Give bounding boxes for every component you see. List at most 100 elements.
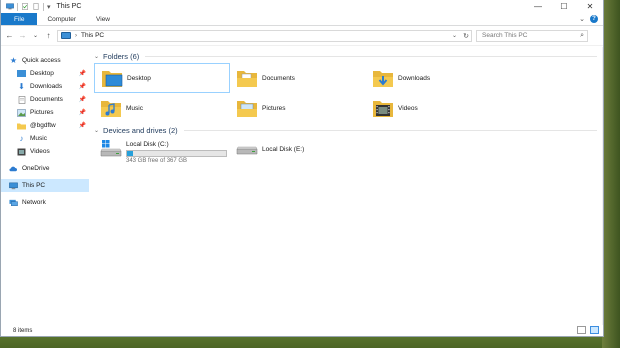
sidebar-item-label: Network: [22, 199, 46, 206]
address-bar[interactable]: › This PC ⌄ ↻: [57, 29, 472, 42]
collapse-chevron-icon[interactable]: ⌄: [94, 53, 99, 60]
sidebar-item-label: Documents: [30, 96, 63, 103]
drive-info: Local Disk (E:): [262, 139, 304, 153]
sidebar-item-videos[interactable]: Videos: [1, 145, 89, 158]
sidebar-item-quick-access[interactable]: ★ Quick access: [1, 54, 89, 67]
folder-tile-downloads[interactable]: Downloads: [366, 63, 502, 93]
music-folder-icon: [100, 98, 122, 118]
minimize-button[interactable]: —: [525, 0, 551, 13]
main-pane: ⌄ Folders (6) Desktop Documents Download…: [89, 47, 603, 325]
navigation-bar: ← → ⌄ ↑ › This PC ⌄ ↻ Search This PC ⌕: [1, 26, 603, 46]
details-view-icon[interactable]: [577, 326, 586, 334]
sidebar-item-label: Music: [30, 135, 47, 142]
drive-usage-fill: [127, 151, 134, 156]
windows-drive-icon: [100, 139, 122, 159]
pin-icon[interactable]: 📌: [79, 109, 86, 116]
sidebar-item-label: @bgdftw: [30, 122, 56, 129]
sidebar-item-this-pc[interactable]: This PC: [1, 179, 89, 192]
sidebar-item-pictures[interactable]: Pictures 📌: [1, 106, 89, 119]
computer-icon: [6, 3, 14, 10]
large-icons-view-icon[interactable]: [590, 326, 599, 334]
documents-folder-icon: [236, 68, 258, 88]
folders-grid: Desktop Documents Downloads Music Pictur…: [94, 63, 603, 123]
folder-tile-videos[interactable]: Videos: [366, 93, 502, 123]
computer-icon: [9, 182, 18, 190]
sidebar-item-label: Videos: [30, 148, 50, 155]
folder-tile-pictures[interactable]: Pictures: [230, 93, 366, 123]
quick-access-toolbar: ▾: [1, 2, 51, 11]
file-explorer-window: ▾ This PC — ☐ ✕ File Computer View ⌄ ? ←…: [0, 0, 604, 337]
help-icon[interactable]: ?: [590, 15, 598, 23]
new-folder-icon[interactable]: [32, 3, 40, 10]
up-button[interactable]: ↑: [44, 31, 53, 40]
group-title: Folders (6): [103, 51, 140, 61]
group-divider: [145, 55, 597, 57]
hard-drive-icon: [236, 139, 258, 159]
sidebar-item-network[interactable]: Network: [1, 196, 89, 209]
desktop-folder-icon: [17, 70, 26, 78]
tab-view[interactable]: View: [86, 13, 120, 25]
desktop-folder-icon: [101, 68, 123, 88]
drive-label: Local Disk (C:): [126, 141, 169, 148]
address-dropdown-icon[interactable]: ⌄: [452, 32, 457, 39]
sidebar-item-label: Desktop: [30, 70, 54, 77]
pane-border: [602, 47, 603, 325]
customize-qat-icon[interactable]: ▾: [47, 3, 51, 11]
maximize-button[interactable]: ☐: [551, 0, 577, 13]
drives-group-header[interactable]: ⌄ Devices and drives (2): [94, 125, 603, 135]
qat-separator: [43, 2, 44, 11]
folder-tile-music[interactable]: Music: [94, 93, 230, 123]
sidebar-item-music[interactable]: ♪ Music: [1, 132, 89, 145]
pin-icon[interactable]: 📌: [79, 96, 86, 103]
pictures-folder-icon: [236, 98, 258, 118]
refresh-icon[interactable]: ↻: [463, 32, 469, 40]
sidebar-item-downloads[interactable]: ⬇ Downloads 📌: [1, 80, 89, 93]
view-switcher: [577, 326, 599, 334]
sidebar-item-label: Quick access: [22, 57, 61, 64]
downloads-folder-icon: [372, 68, 394, 88]
recent-locations-button[interactable]: ⌄: [31, 32, 40, 39]
properties-icon[interactable]: [21, 3, 29, 10]
navigation-pane: ★ Quick access Desktop 📌 ⬇ Downloads 📌 D…: [1, 47, 89, 325]
status-bar: 8 items: [1, 325, 603, 336]
folder-tile-desktop[interactable]: Desktop: [94, 63, 230, 93]
title-bar: ▾ This PC — ☐ ✕: [1, 0, 603, 13]
search-placeholder: Search This PC: [482, 32, 528, 39]
expand-ribbon-icon[interactable]: ⌄: [579, 15, 585, 23]
item-count: 8 items: [13, 327, 33, 334]
content-area: ★ Quick access Desktop 📌 ⬇ Downloads 📌 D…: [1, 47, 603, 325]
folder-label: Downloads: [398, 74, 431, 82]
folder-label: Desktop: [127, 74, 151, 82]
drive-tile-c[interactable]: Local Disk (C:) 343 GB free of 367 GB: [94, 139, 230, 164]
folder-label: Documents: [262, 74, 295, 82]
tab-computer[interactable]: Computer: [37, 13, 86, 25]
window-title: This PC: [56, 3, 82, 10]
cloud-icon: [9, 165, 18, 173]
sidebar-item-onedrive[interactable]: OneDrive: [1, 162, 89, 175]
folder-label: Pictures: [262, 104, 286, 112]
tab-file[interactable]: File: [1, 13, 38, 25]
pin-icon[interactable]: 📌: [79, 70, 86, 77]
ribbon-right-controls: ⌄ ?: [579, 15, 598, 23]
pin-icon[interactable]: 📌: [79, 83, 86, 90]
breadcrumb-separator[interactable]: ›: [75, 33, 77, 39]
sidebar-item-bgdftw[interactable]: @bgdftw 📌: [1, 119, 89, 132]
breadcrumb-this-pc[interactable]: This PC: [81, 32, 104, 39]
folder-tile-documents[interactable]: Documents: [230, 63, 366, 93]
sidebar-item-desktop[interactable]: Desktop 📌: [1, 67, 89, 80]
close-button[interactable]: ✕: [577, 0, 603, 13]
search-input[interactable]: Search This PC ⌕: [476, 29, 588, 42]
back-button[interactable]: ←: [5, 31, 14, 40]
folder-label: Music: [126, 104, 143, 112]
wallpaper-tree: [602, 0, 620, 348]
qat-separator: [17, 2, 18, 11]
sidebar-item-label: This PC: [22, 182, 46, 189]
folders-group-header[interactable]: ⌄ Folders (6): [94, 51, 603, 61]
search-icon: ⌕: [580, 31, 584, 39]
forward-button[interactable]: →: [18, 31, 27, 40]
star-icon: ★: [9, 56, 18, 65]
sidebar-item-documents[interactable]: Documents 📌: [1, 93, 89, 106]
drive-tile-e[interactable]: Local Disk (E:): [230, 139, 366, 164]
pin-icon[interactable]: 📌: [79, 122, 86, 129]
collapse-chevron-icon[interactable]: ⌄: [94, 127, 99, 134]
